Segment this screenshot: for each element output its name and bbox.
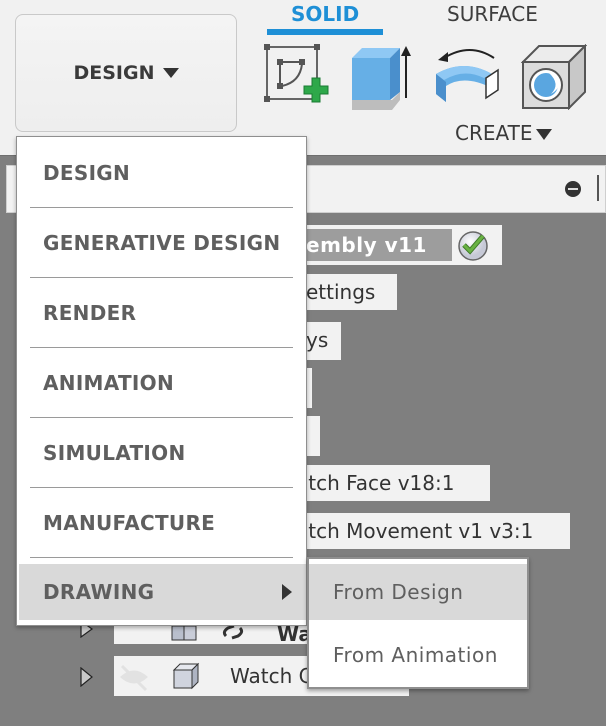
browser-root-label: embly v11 xyxy=(296,229,452,261)
link-icon xyxy=(222,624,244,640)
menu-item-label: DRAWING xyxy=(43,580,155,604)
menu-item-design[interactable]: DESIGN xyxy=(17,138,306,208)
browser-item-label: ys xyxy=(306,328,329,352)
submenu-item-label: From Animation xyxy=(333,643,498,667)
check-icon xyxy=(458,231,488,261)
submenu-item-label: From Design xyxy=(333,580,464,604)
collapse-panel-icon[interactable] xyxy=(565,181,581,197)
menu-item-label: ANIMATION xyxy=(43,371,175,395)
browser-item-label: atch Movement v1 v3:1 xyxy=(296,519,534,543)
sketch-plus-icon[interactable] xyxy=(264,44,330,110)
workspace-switcher-button[interactable]: DESIGN xyxy=(15,14,237,132)
menu-item-label: MANUFACTURE xyxy=(43,511,216,535)
browser-item[interactable]: ettings xyxy=(296,274,397,310)
submenu-item-from-animation[interactable]: From Animation xyxy=(309,625,527,685)
tab-solid[interactable]: SOLID xyxy=(291,2,359,26)
menu-item-label: DESIGN xyxy=(43,161,131,185)
menu-item-manufacture[interactable]: MANUFACTURE xyxy=(17,488,306,558)
browser-item-label: ettings xyxy=(306,280,376,304)
menu-item-label: RENDER xyxy=(43,301,137,325)
workspace-menu: DESIGN GENERATIVE DESIGN RENDER ANIMATIO… xyxy=(16,136,307,626)
visibility-hidden-icon[interactable] xyxy=(116,662,152,692)
expand-arrow-icon[interactable] xyxy=(80,667,94,687)
workspace-label: DESIGN xyxy=(73,62,155,84)
menu-item-generative-design[interactable]: GENERATIVE DESIGN xyxy=(17,208,306,278)
extrude-icon[interactable] xyxy=(350,44,412,110)
submenu-item-from-design[interactable]: From Design xyxy=(309,564,527,620)
caret-down-icon xyxy=(536,129,553,140)
menu-item-label: GENERATIVE DESIGN xyxy=(43,231,281,255)
toolbar: DESIGN SOLID SURFACE CREATE xyxy=(0,0,606,156)
browser-item[interactable]: atch Movement v1 v3:1 xyxy=(296,513,570,549)
menu-item-render[interactable]: RENDER xyxy=(17,278,306,348)
menu-item-drawing[interactable]: DRAWING xyxy=(19,564,306,620)
menu-divider xyxy=(30,557,293,558)
create-label: CREATE xyxy=(455,121,533,145)
menu-item-simulation[interactable]: SIMULATION xyxy=(17,418,306,488)
caret-down-icon xyxy=(162,68,179,78)
drawing-submenu: From Design From Animation xyxy=(307,557,529,689)
menu-item-label: SIMULATION xyxy=(43,441,186,465)
tab-surface[interactable]: SURFACE xyxy=(447,2,538,26)
browser-item-label: atch Face v18:1 xyxy=(296,471,455,495)
submenu-arrow-icon xyxy=(282,584,292,600)
menu-item-animation[interactable]: ANIMATION xyxy=(17,348,306,418)
panel-resize-handle[interactable] xyxy=(597,175,599,201)
browser-item[interactable]: atch Face v18:1 xyxy=(296,465,490,501)
revolve-icon[interactable] xyxy=(434,44,504,106)
create-dropdown[interactable]: CREATE xyxy=(455,121,553,145)
body-icon xyxy=(172,662,200,690)
component-icon xyxy=(171,625,197,641)
hole-icon[interactable] xyxy=(521,44,587,110)
active-tab-indicator xyxy=(267,29,383,35)
browser-item-label: Watch C xyxy=(230,664,313,688)
